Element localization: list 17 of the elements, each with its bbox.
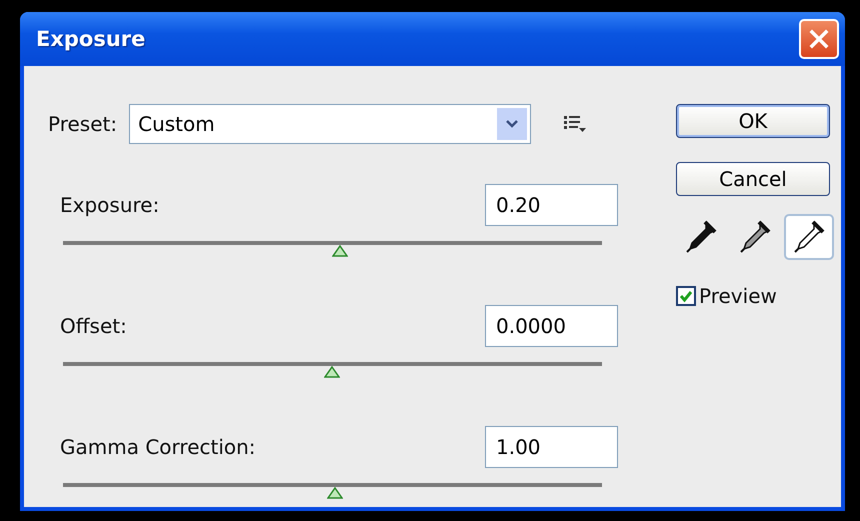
value-field[interactable]: 0.20	[485, 184, 618, 226]
value-field[interactable]: 0.0000	[485, 305, 618, 347]
slider-label: Offset:	[60, 314, 127, 338]
preset-label: Preset:	[48, 112, 118, 136]
dialog-button[interactable]: OK	[676, 104, 830, 138]
close-button[interactable]	[799, 19, 839, 59]
preset-menu-icon[interactable]	[563, 115, 588, 133]
preview-label: Preview	[699, 284, 777, 308]
value-field[interactable]: 1.00	[485, 426, 618, 468]
window-title: Exposure	[36, 27, 146, 51]
slider-label: Gamma Correction:	[60, 435, 256, 459]
slider-label: Exposure:	[60, 193, 160, 217]
dialog-button[interactable]: Cancel	[676, 162, 830, 196]
close-icon[interactable]	[808, 28, 830, 50]
eyedropper-tool[interactable]	[784, 214, 834, 260]
preview-checkbox[interactable]	[676, 286, 696, 306]
preset-dropdown[interactable]: Custom	[129, 104, 532, 144]
